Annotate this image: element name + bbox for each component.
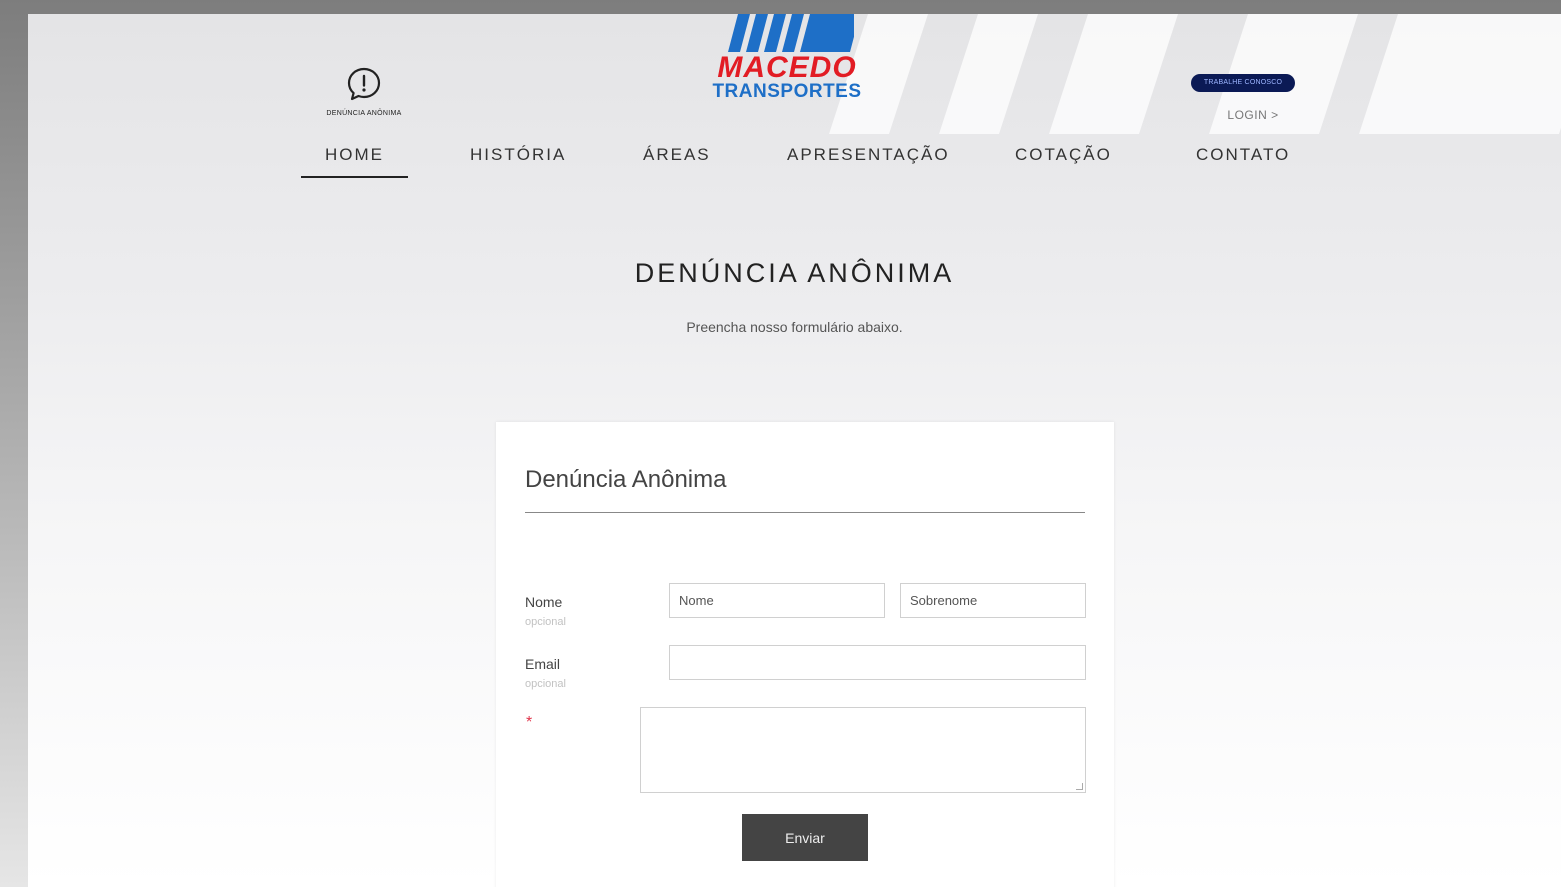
header-decor-stripe: [1359, 14, 1561, 134]
form-title-divider: [525, 512, 1085, 513]
page-subtitle: Preencha nosso formulário abaixo.: [686, 319, 903, 335]
logo-bars-icon: [728, 14, 854, 52]
nav-item-cotacao[interactable]: COTAÇÃO: [1015, 144, 1112, 166]
main-nav: HOME HISTÓRIA ÁREAS APRESENTAÇÃO COTAÇÃO…: [28, 144, 1561, 184]
form-title: Denúncia Anônima: [525, 466, 727, 493]
resize-handle-icon[interactable]: [1076, 783, 1083, 790]
nav-item-apresentacao[interactable]: APRESENTAÇÃO: [787, 144, 950, 166]
brand-subtitle: TRANSPORTES: [712, 81, 862, 102]
anonymous-report-form: Denúncia Anônima Nome opcional Email opc…: [496, 422, 1114, 887]
login-link[interactable]: LOGIN >: [1218, 108, 1288, 122]
message-field-wrapper: [640, 707, 1086, 793]
message-textarea[interactable]: [640, 707, 1086, 793]
name-optional-note: opcional: [525, 616, 566, 628]
brand-logo[interactable]: MACEDO TRANSPORTES: [712, 14, 862, 106]
email-optional-note: opcional: [525, 678, 566, 690]
name-label: Nome: [525, 594, 563, 610]
last-name-input[interactable]: [900, 583, 1086, 618]
page-title: DENÚNCIA ANÔNIMA: [634, 258, 955, 288]
speech-bubble-exclamation-icon: [347, 67, 381, 101]
page: MACEDO TRANSPORTES DENÚNCIA ANÔNIMA TRAB…: [28, 14, 1561, 887]
header-decor-stripe: [1049, 14, 1178, 134]
anonymous-report-link[interactable]: DENÚNCIA ANÔNIMA: [308, 66, 420, 117]
email-input[interactable]: [669, 645, 1086, 680]
nav-item-contato[interactable]: CONTATO: [1196, 144, 1290, 166]
nav-item-home[interactable]: HOME: [301, 144, 408, 178]
header-decor-stripe: [939, 14, 1038, 134]
brand-name: MACEDO: [717, 51, 857, 84]
nav-item-areas[interactable]: ÁREAS: [643, 144, 711, 166]
anonymous-report-label: DENÚNCIA ANÔNIMA: [326, 110, 402, 117]
work-with-us-button[interactable]: TRABALHE CONOSCO: [1191, 74, 1295, 92]
first-name-input[interactable]: [669, 583, 885, 618]
email-label: Email: [525, 656, 561, 672]
submit-button[interactable]: Enviar: [742, 814, 868, 861]
nav-item-historia[interactable]: HISTÓRIA: [470, 144, 566, 166]
required-marker: *: [526, 714, 533, 731]
